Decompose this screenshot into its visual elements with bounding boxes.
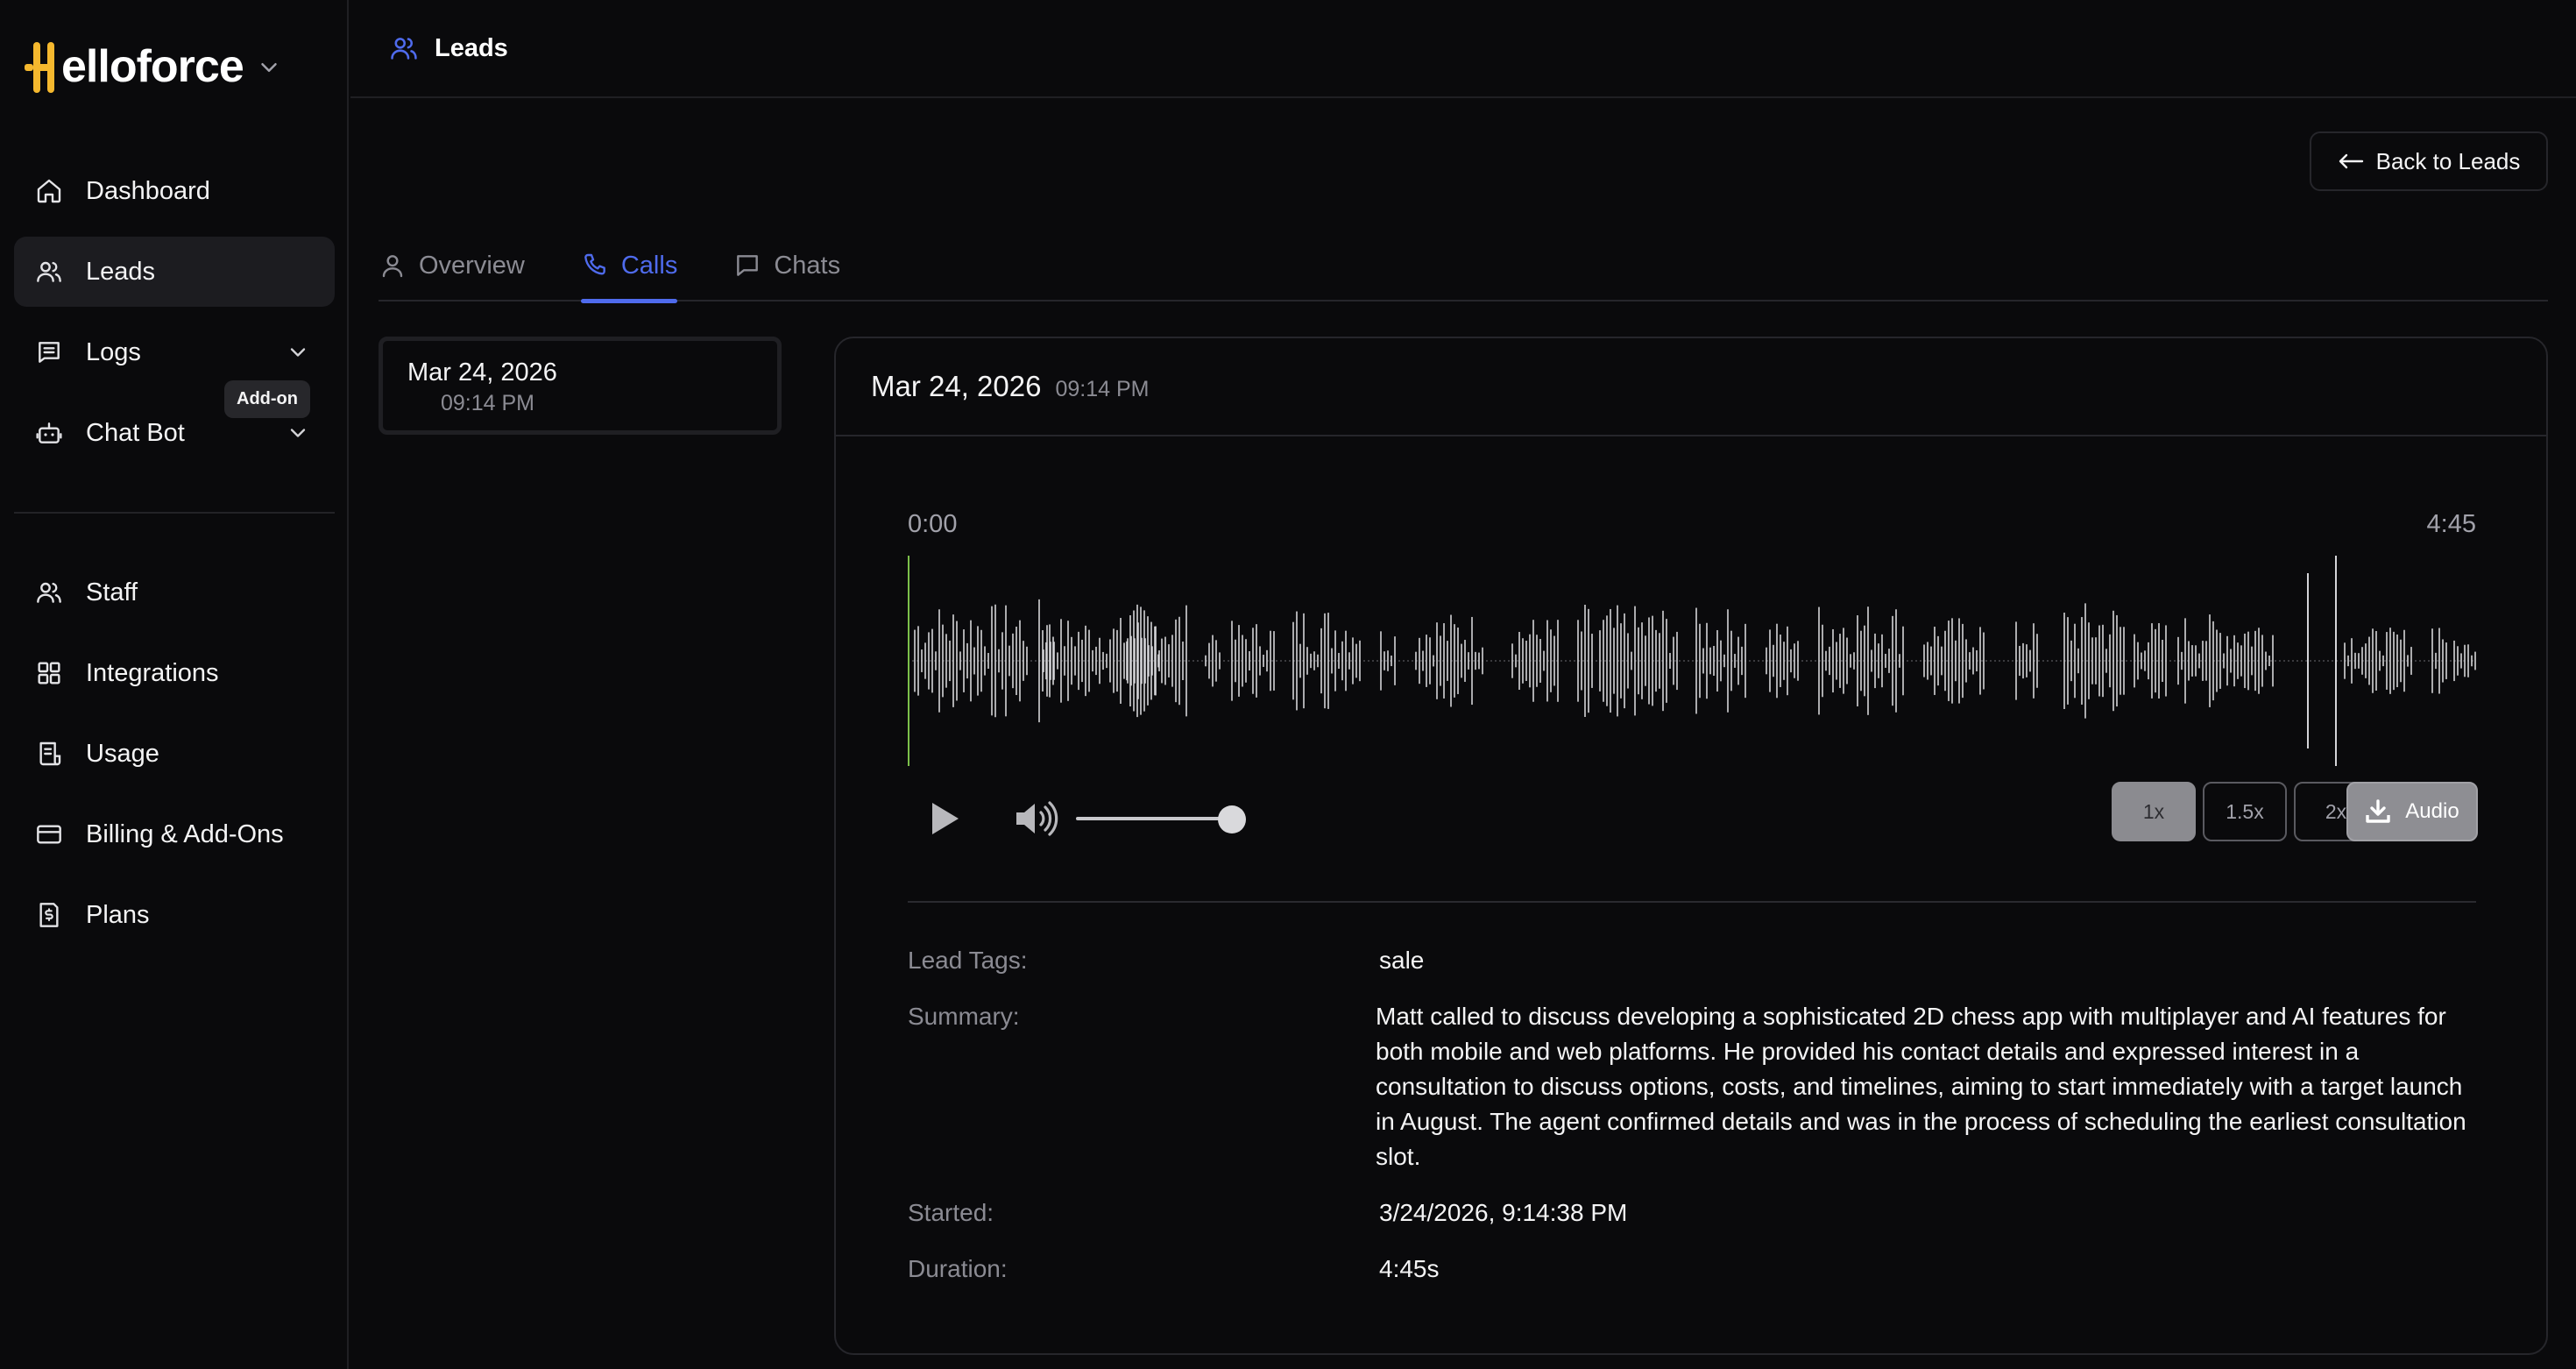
user-icon <box>382 255 403 278</box>
rate-1x-button[interactable]: 1x <box>2112 782 2196 841</box>
sidebar-item-integrations[interactable]: Integrations <box>14 638 335 708</box>
sidebar-item-logs[interactable]: Logs <box>14 317 335 387</box>
sidebar-nav: Dashboard Leads Logs Chat Bot Staff Inte… <box>14 156 335 961</box>
tab-label: Calls <box>620 251 678 280</box>
lead-tags-label: Lead Tags: <box>908 947 1028 974</box>
tab-label: Chats <box>774 251 841 280</box>
back-to-leads-button[interactable]: Back to Leads <box>2310 131 2548 191</box>
sidebar-item-label: Staff <box>86 578 138 606</box>
call-date: Mar 24, 2026 <box>407 358 557 387</box>
call-details: Lead Tags: sale Summary: Matt called to … <box>908 943 2476 1308</box>
tab-calls[interactable]: Calls <box>580 230 678 303</box>
chevron-down-icon[interactable] <box>286 421 310 445</box>
sidebar-item-billing[interactable]: Billing & Add-Ons <box>14 799 335 869</box>
grid-icon <box>38 662 60 684</box>
sidebar-item-label: Billing & Add-Ons <box>86 819 284 848</box>
lead-tags-row: Lead Tags: sale <box>908 943 2476 978</box>
call-detail-date: Mar 24, 2026 <box>871 370 1042 402</box>
duration-label: Duration: <box>908 1255 1008 1282</box>
sidebar-item-label: Logs <box>86 337 141 366</box>
play-icon[interactable] <box>925 798 964 840</box>
sidebar-item-label: Dashboard <box>86 176 210 205</box>
back-button-label: Back to Leads <box>2375 147 2521 174</box>
call-time: 09:14 PM <box>441 391 535 415</box>
audio-button-label: Audio <box>2405 799 2459 823</box>
chevron-down-icon[interactable] <box>286 340 310 365</box>
call-detail-header: Mar 24, 2026 09:14 PM <box>836 338 2546 436</box>
audio-player: 0:00 4:45 1x 1.5x 2x Audio <box>908 510 2478 903</box>
sidebar-item-label: Leads <box>86 257 156 286</box>
sidebar-item-usage[interactable]: Usage <box>14 719 335 789</box>
download-icon <box>2366 799 2390 823</box>
home-icon <box>37 179 61 203</box>
bot-icon <box>36 422 62 443</box>
volume-icon[interactable] <box>1013 798 1058 840</box>
sidebar-item-staff[interactable]: Staff <box>14 557 335 628</box>
audio-waveform[interactable] <box>908 556 2476 766</box>
call-detail-card: Mar 24, 2026 09:14 PM 0:00 4:45 1x 1.5x … <box>834 337 2548 1355</box>
users-icon <box>37 261 61 282</box>
sidebar-item-dashboard[interactable]: Dashboard <box>14 156 335 226</box>
users-icon <box>391 38 417 60</box>
tab-label: Overview <box>419 251 525 280</box>
addon-tooltip: Add-on <box>224 380 310 418</box>
dollar-file-icon <box>39 903 59 927</box>
sidebar-item-leads[interactable]: Leads <box>14 237 335 307</box>
page-title: Leads <box>435 33 508 62</box>
chat-icon <box>737 255 759 276</box>
sidebar-item-label: Usage <box>86 739 159 768</box>
summary-value: Matt called to discuss developing a soph… <box>1376 1003 2466 1170</box>
duration-row: Duration: 4:45s <box>908 1252 2476 1287</box>
sidebar-item-label: Plans <box>86 900 150 929</box>
lead-tags-value: sale <box>1379 947 1425 974</box>
current-time: 0:00 <box>908 510 958 538</box>
call-list-item[interactable]: Mar 24, 2026 09:14 PM <box>379 337 782 435</box>
started-label: Started: <box>908 1199 994 1226</box>
started-row: Started: 3/24/2026, 9:14:38 PM <box>908 1195 2476 1231</box>
brand-name: elloforce <box>61 41 244 92</box>
receipt-icon <box>39 741 61 766</box>
sidebar-item-label: Chat Bot <box>86 418 185 447</box>
brand-logo[interactable]: elloforce <box>23 35 244 98</box>
tab-chats[interactable]: Chats <box>733 230 840 301</box>
volume-slider-handle[interactable] <box>1218 805 1246 833</box>
sidebar-item-plans[interactable]: Plans <box>14 880 335 950</box>
phone-icon <box>584 253 605 275</box>
call-detail-time: 09:14 PM <box>1055 376 1150 401</box>
credit-card-icon <box>37 825 61 844</box>
page-header: Leads <box>350 0 2576 98</box>
volume-slider-track[interactable] <box>1076 817 1230 820</box>
total-time: 4:45 <box>2426 510 2476 538</box>
sidebar: elloforce Dashboard Leads Logs Chat Bot … <box>0 0 349 1369</box>
summary-row: Summary: Matt called to discuss developi… <box>908 999 2476 1174</box>
started-value: 3/24/2026, 9:14:38 PM <box>1379 1199 1628 1226</box>
duration-value: 4:45s <box>1379 1255 1440 1282</box>
sidebar-item-label: Integrations <box>86 658 219 687</box>
sidebar-divider <box>14 512 335 514</box>
waveform-graphic <box>908 556 2476 766</box>
tab-overview[interactable]: Overview <box>379 230 525 301</box>
arrow-left-icon <box>2339 153 2363 169</box>
download-audio-button[interactable]: Audio <box>2346 782 2478 841</box>
users-icon <box>37 582 61 603</box>
helloforce-logo-icon <box>25 42 54 93</box>
player-controls: 1x 1.5x 2x Audio <box>908 782 2478 869</box>
player-divider <box>908 901 2476 903</box>
chevron-down-icon[interactable] <box>256 54 282 81</box>
logs-icon <box>39 342 60 363</box>
summary-label: Summary: <box>908 1003 1020 1030</box>
rate-1.5x-button[interactable]: 1.5x <box>2203 782 2287 841</box>
lead-tabs: Overview Calls Chats <box>379 230 2548 303</box>
